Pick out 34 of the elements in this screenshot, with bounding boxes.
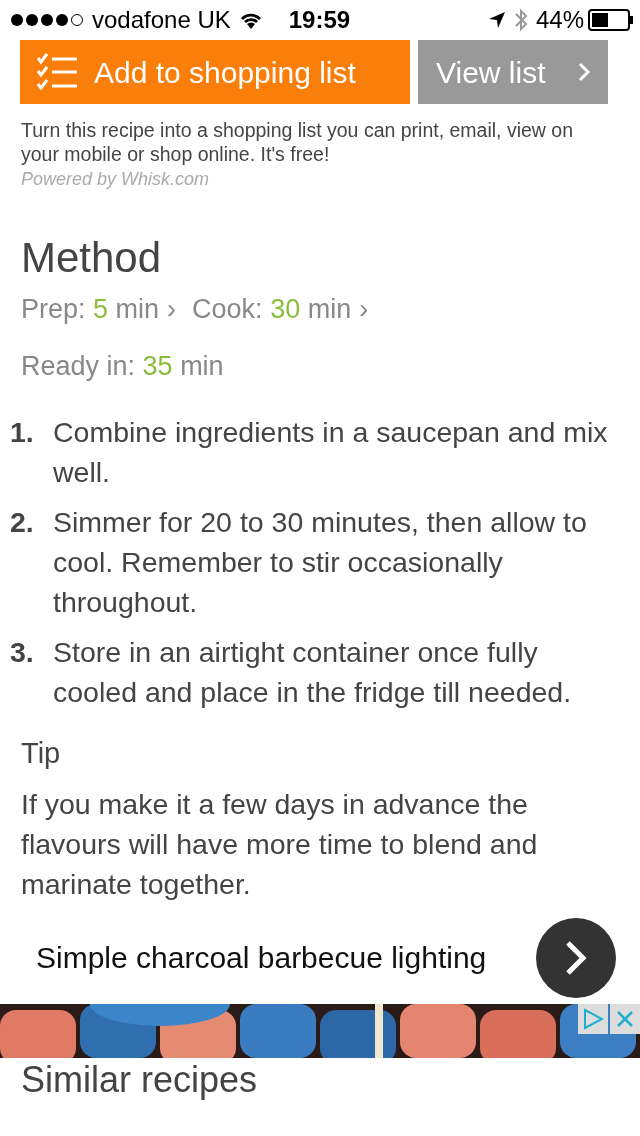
section-heading: Similar recipes	[20, 1057, 259, 1102]
separator-icon: ›	[359, 294, 369, 325]
timing-text: Prep: 5 min	[21, 294, 160, 325]
play-icon	[582, 1007, 604, 1030]
section-heading: Method	[21, 233, 163, 283]
battery-icon	[588, 9, 634, 31]
tip-text: If you make it a few days in advance the flavours will have more time to blend and marinate together.	[21, 786, 539, 902]
timing-text: Ready in: 35 min	[21, 350, 224, 381]
signal-icon	[10, 13, 84, 27]
add-to-shopping-list-button[interactable]: Add to shopping list	[20, 40, 410, 104]
chevron-right-icon	[565, 939, 587, 976]
chevron-right-icon	[578, 62, 590, 82]
step-number: 1.	[10, 415, 35, 451]
bluetooth-icon	[513, 8, 528, 32]
step-text: Store in an airtight container once fully cooled and place in the fridge till needed.	[53, 635, 573, 711]
step-number: 3.	[10, 635, 35, 671]
tip-heading: Tip	[21, 736, 62, 772]
battery-percent: 44%	[535, 5, 584, 35]
close-icon	[616, 1009, 634, 1028]
status-time: 19:59	[288, 5, 351, 35]
location-arrow-icon	[487, 11, 506, 29]
step-text: Simmer for 20 to 30 minutes, then allow to cool. Remember to stir occasionally throughout.	[53, 505, 588, 621]
separator-icon: ›	[167, 294, 177, 325]
view-list-button[interactable]: View list	[418, 40, 608, 104]
close-button[interactable]	[610, 1003, 640, 1034]
carrier-name: vodafone UK	[92, 5, 231, 35]
powered-by-text: Powered by Whisk.com	[20, 168, 211, 191]
step-text: Combine ingredients in a saucepan and mix well.	[53, 415, 609, 491]
timing-text: Cook: 30 min	[192, 294, 352, 325]
ad-info-button[interactable]	[578, 1003, 608, 1034]
card-title: Simple charcoal barbecue lighting	[36, 940, 487, 977]
checklist-icon	[36, 53, 78, 91]
description-text: Turn this recipe into a shopping list you can print, email, view on your mobile or shop online. It's free!	[20, 118, 575, 166]
step-number: 2.	[10, 505, 35, 541]
